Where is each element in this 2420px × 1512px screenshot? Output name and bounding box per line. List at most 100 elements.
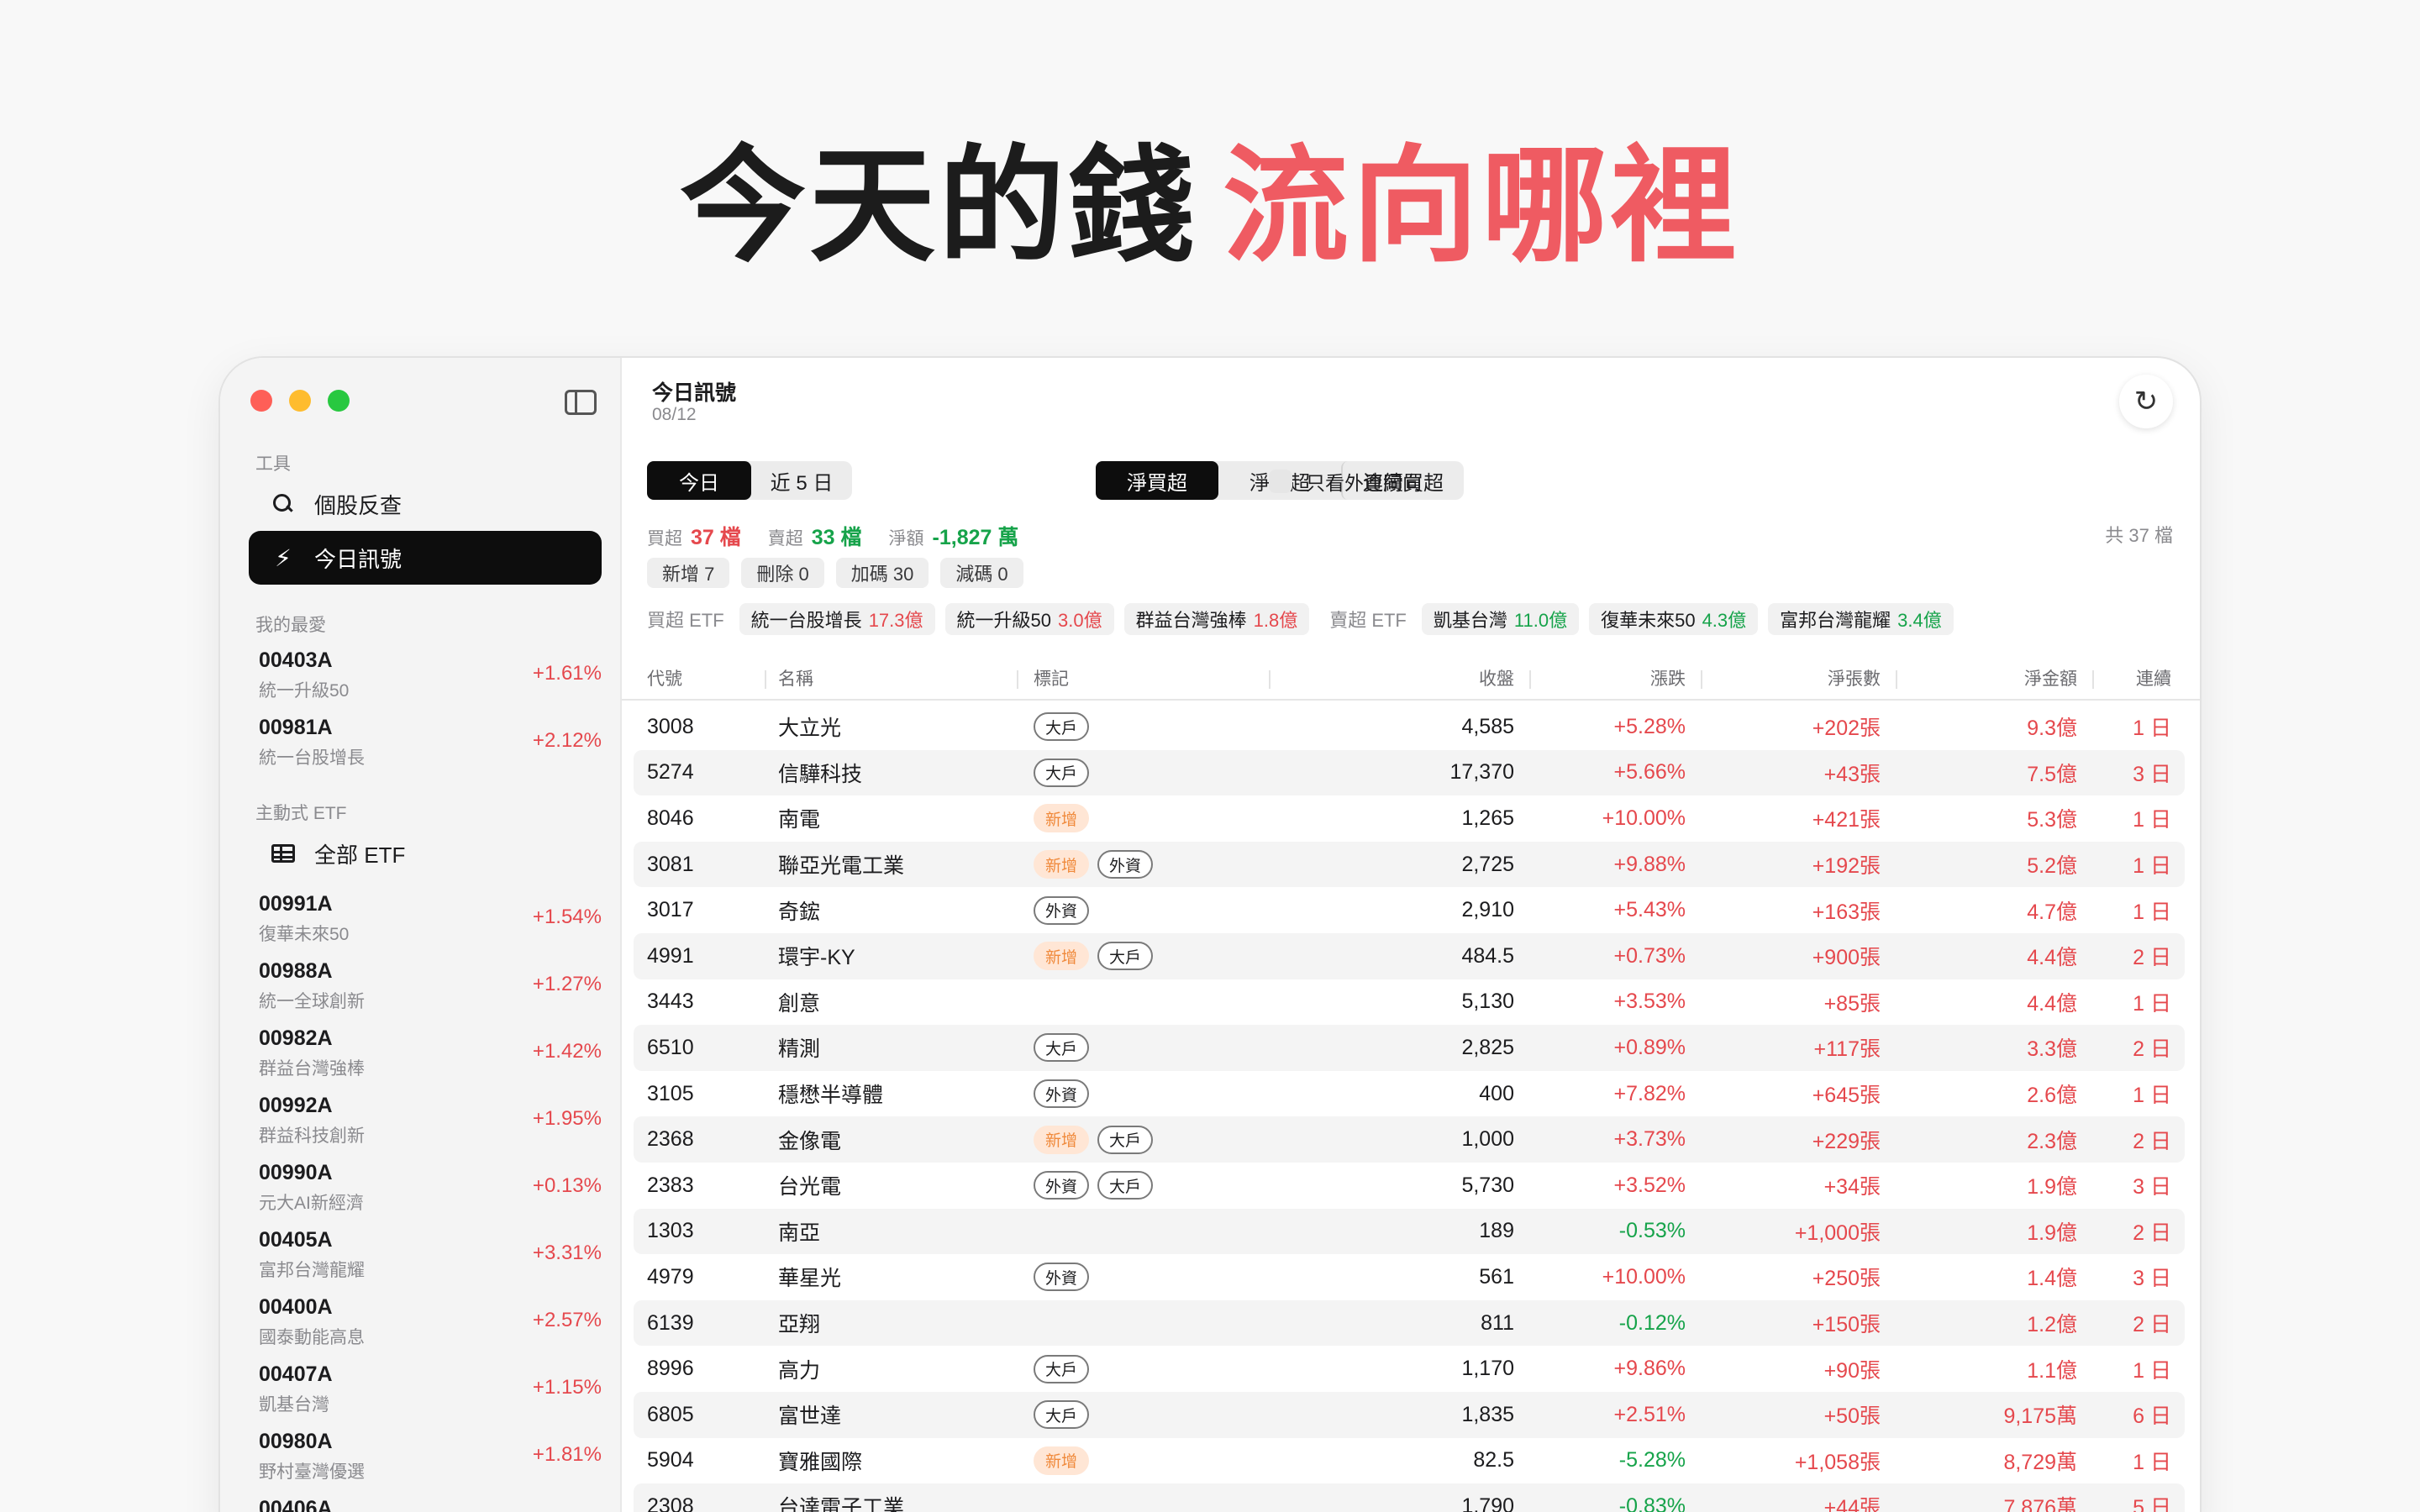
table-row[interactable]: 2368 金像電 新增 大戶 1,000 +3.73% +229張 2.3億 2 日 <box>634 1116 2185 1163</box>
sell-etf-chip[interactable]: 凱基台灣 11.0億 <box>1421 603 1580 635</box>
fund-change: +1.42% <box>532 1040 602 1063</box>
buy-etf-chip[interactable]: 統一台股增長 17.3億 <box>739 603 935 635</box>
sell-etf-chip[interactable]: 復華未來50 4.3億 <box>1589 603 1759 635</box>
column-header-close[interactable]: 收盤 <box>1299 659 1514 701</box>
minimize-window-button[interactable] <box>289 390 311 412</box>
sidebar-toggle-icon[interactable] <box>565 390 597 415</box>
fund-change: +2.57% <box>532 1309 602 1331</box>
cell-tags: 新增 大戶 <box>1034 1116 1286 1163</box>
tag-foreign-badge: 外資 <box>1034 1263 1090 1292</box>
etf-name: 復華未來50 <box>1601 610 1696 631</box>
table-row[interactable]: 3081 聯亞光電工業 新增 外資 2,725 +9.88% +192張 5.2億 1 日 <box>634 841 2185 888</box>
cell-close: 82.5 <box>1473 1448 1514 1473</box>
column-header-change[interactable]: 漲跌 <box>1518 659 1686 701</box>
table-row[interactable]: 3105 穩懋半導體 外資 400 +7.82% +645張 2.6億 1 日 <box>634 1071 2185 1117</box>
table-row[interactable]: 5904 寶雅國際 新增 82.5 -5.28% +1,058張 8,729萬 1 日 <box>634 1438 2185 1484</box>
sell-count-label: 賣超 <box>767 529 803 549</box>
close-window-button[interactable] <box>250 390 272 412</box>
fund-change: +1.95% <box>532 1107 602 1130</box>
etf-list-item[interactable]: 00400A 國泰動能高息 +2.57% <box>259 1290 602 1357</box>
column-header-net-shares[interactable]: 淨張數 <box>1689 659 1881 701</box>
tab-today[interactable]: 今日 <box>647 461 751 500</box>
column-header-code[interactable]: 代號 <box>647 659 765 701</box>
buy-etf-chip[interactable]: 群益台灣強棒 1.8億 <box>1123 603 1310 635</box>
sidebar-item-all-etf[interactable]: 全部 ETF <box>249 827 602 880</box>
fund-name: 野村臺灣優選 <box>259 1462 365 1482</box>
table-row[interactable]: 2383 台光電 外資 大戶 5,730 +3.52% +34張 1.9億 3 日 <box>634 1163 2185 1209</box>
cell-tags: 大戶 <box>1034 750 1286 796</box>
table-row[interactable]: 6805 富世達 大戶 1,835 +2.51% +50張 9,175萬 6 日 <box>634 1391 2185 1438</box>
favorite-item[interactable]: 00403A 統一升級50 +1.61% <box>259 643 602 711</box>
cell-tags: 外資 <box>1034 887 1286 933</box>
etf-list-item[interactable]: 00407A 凱基台灣 +1.15% <box>259 1357 602 1425</box>
etf-list-item[interactable]: 00405A 富邦台灣龍耀 +3.31% <box>259 1223 602 1290</box>
cell-close: 5,130 <box>1461 990 1514 1014</box>
sell-count-value: 33 檔 <box>811 526 862 549</box>
cell-tags: 大戶 <box>1034 704 1286 750</box>
table-row[interactable]: 3443 創意 5,130 +3.53% +85張 4.4億 1 日 <box>634 979 2185 1026</box>
zoom-window-button[interactable] <box>328 390 350 412</box>
favorite-item[interactable]: 00981A 統一台股增長 +2.12% <box>259 711 602 778</box>
sell-etf-chip[interactable]: 富邦台灣龍耀 3.4億 <box>1768 603 1954 635</box>
table-row[interactable]: 4979 華星光 外資 561 +10.00% +250張 1.4億 3 日 <box>634 1254 2185 1300</box>
cell-amount: 1.2億 <box>2027 1313 2077 1337</box>
cell-amount: 2.3億 <box>2027 1129 2077 1153</box>
cell-shares: +44張 <box>1823 1496 1881 1512</box>
checkbox[interactable] <box>1269 470 1292 493</box>
column-header-net-amount[interactable]: 淨金額 <box>1884 659 2077 701</box>
filter-chip[interactable]: 刪除 0 <box>741 558 824 588</box>
table-row[interactable]: 3008 大立光 大戶 4,585 +5.28% +202張 9.3億 1 日 <box>634 704 2185 750</box>
cell-streak: 2 日 <box>2133 1037 2171 1062</box>
cell-shares: +85張 <box>1823 991 1881 1016</box>
table-row[interactable]: 4991 環宇-KY 新增 大戶 484.5 +0.73% +900張 4.4億 2 日 <box>634 932 2185 979</box>
etf-list-item[interactable]: 00990A 元大AI新經濟 +0.13% <box>259 1156 602 1223</box>
table-row[interactable]: 5274 信驊科技 大戶 17,370 +5.66% +43張 7.5億 3 日 <box>634 749 2185 796</box>
etf-list-item[interactable]: 00980A 野村臺灣優選 +1.81% <box>259 1425 602 1492</box>
cell-amount: 8,729萬 <box>2003 1450 2077 1474</box>
cell-amount: 5.2億 <box>2027 854 2077 879</box>
table-row[interactable]: 3017 奇鋐 外資 2,910 +5.43% +163張 4.7億 1 日 <box>634 887 2185 933</box>
cell-code: 2368 <box>647 1127 694 1152</box>
etf-list-item[interactable]: 00991A 復華未來50 +1.54% <box>259 887 602 954</box>
fund-code: 00400A <box>259 1295 333 1319</box>
cell-shares: +645張 <box>1812 1084 1881 1108</box>
cell-name: 聯亞光電工業 <box>778 854 905 879</box>
tab-net-buy[interactable]: 淨買超 <box>1096 461 1218 500</box>
sidebar-item-stock-lookup[interactable]: 個股反查 <box>249 477 602 531</box>
column-divider <box>765 670 766 689</box>
cell-code: 3017 <box>647 898 694 922</box>
column-header-name[interactable]: 名稱 <box>778 659 1030 701</box>
table-body: 3008 大立光 大戶 4,585 +5.28% +202張 9.3億 1 日 5274 信驊科技… <box>622 704 2200 1512</box>
cell-close: 189 <box>1479 1219 1514 1243</box>
table-row[interactable]: 8046 南電 新增 1,265 +10.00% +421張 5.3億 1 日 <box>634 795 2185 842</box>
cell-streak: 1 日 <box>2133 717 2171 741</box>
etf-list-item[interactable]: 00982A 群益台灣強棒 +1.42% <box>259 1021 602 1089</box>
filter-chip[interactable]: 加碼 30 <box>835 558 929 588</box>
etf-amount: 11.0億 <box>1513 610 1568 631</box>
sidebar-item-label: 全部 ETF <box>314 842 406 868</box>
buy-etf-chip[interactable]: 統一升級50 3.0億 <box>944 603 1114 635</box>
sidebar-item-today-signal[interactable]: ⚡︎ 今日訊號 <box>249 531 602 585</box>
cell-code: 4991 <box>647 943 694 968</box>
table-row[interactable]: 1303 南亞 189 -0.53% +1,000張 1.9億 2 日 <box>634 1208 2185 1255</box>
filter-chip[interactable]: 新增 7 <box>647 558 730 588</box>
tag-new-badge: 新增 <box>1034 1125 1090 1154</box>
etf-list-item[interactable]: 00992A 群益科技創新 +1.95% <box>259 1089 602 1156</box>
column-header-tags[interactable]: 標記 <box>1034 659 1286 701</box>
column-header-streak[interactable]: 連續 <box>2081 659 2171 701</box>
foreign-only-toggle[interactable]: 只看外資同向 <box>1269 467 1422 496</box>
etf-list-item[interactable]: 00988A 統一全球創新 +1.27% <box>259 954 602 1021</box>
cell-change: +9.86% <box>1613 1357 1686 1381</box>
refresh-button[interactable]: ↻ <box>2119 375 2173 428</box>
cell-close: 17,370 <box>1449 760 1514 785</box>
cell-close: 484.5 <box>1461 943 1514 968</box>
fund-code: 00980A <box>259 1430 333 1453</box>
fund-change: +1.54% <box>532 906 602 928</box>
table-row[interactable]: 2308 台達電子工業 1,790 -0.83% +44張 7,876萬 5 日 <box>634 1483 2185 1512</box>
tab-5-days[interactable]: 近 5 日 <box>751 461 852 500</box>
table-row[interactable]: 6139 亞翔 811 -0.12% +150張 1.2億 2 日 <box>634 1299 2185 1347</box>
table-row[interactable]: 8996 高力 大戶 1,170 +9.86% +90張 1.1億 1 日 <box>634 1346 2185 1392</box>
etf-list-item[interactable]: 00406A <box>259 1492 602 1512</box>
table-row[interactable]: 6510 精測 大戶 2,825 +0.89% +117張 3.3億 2 日 <box>634 1025 2185 1071</box>
filter-chip[interactable]: 減碼 0 <box>940 558 1023 588</box>
